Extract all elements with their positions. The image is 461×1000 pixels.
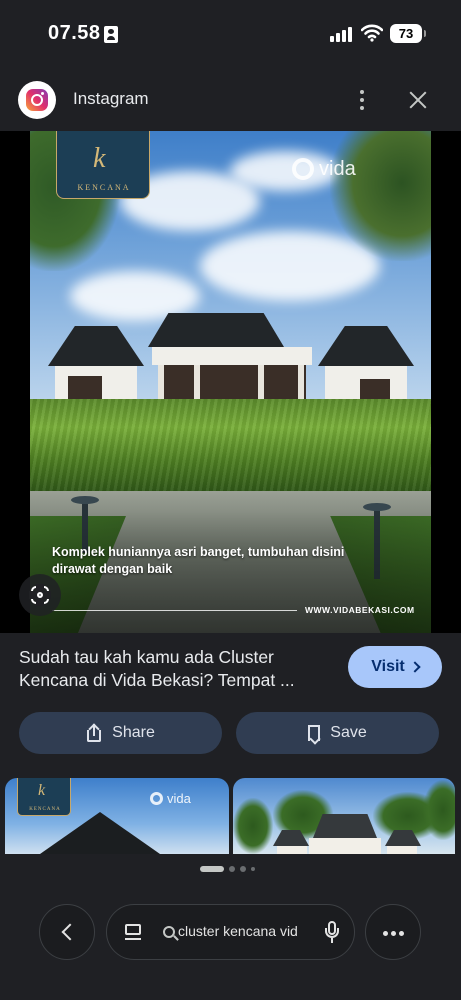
lens-search-icon[interactable] — [19, 574, 61, 616]
save-button[interactable]: Save — [236, 712, 439, 754]
main-image[interactable]: k KENCANA vida Komplek huniannya asri ba… — [30, 131, 431, 633]
search-bar[interactable]: cluster kencana vid — [106, 904, 355, 960]
status-bar: 07.58 73 — [0, 0, 461, 70]
share-icon — [86, 723, 102, 742]
cellular-signal-icon — [330, 26, 354, 42]
close-icon[interactable] — [404, 86, 432, 114]
image-preview: k KENCANA vida Komplek huniannya asri ba… — [0, 131, 461, 633]
image-watermark-url: WWW.VIDABEKASI.COM — [305, 605, 415, 615]
result-title[interactable]: Sudah tau kah kamu ada Cluster Kencana d… — [19, 646, 329, 692]
kencana-logo: k KENCANA — [56, 131, 150, 199]
share-label: Share — [112, 724, 155, 741]
more-options-icon[interactable] — [352, 86, 374, 114]
visit-label: Visit — [371, 658, 405, 675]
source-name[interactable]: Instagram — [73, 89, 149, 109]
status-time: 07.58 — [48, 22, 101, 44]
vida-logo: vida — [292, 156, 356, 182]
more-menu-button[interactable] — [365, 904, 421, 960]
tabs-icon[interactable] — [125, 924, 143, 942]
search-icon — [163, 926, 175, 938]
image-caption: Komplek huniannya asri banget, tumbuhan … — [52, 545, 345, 576]
kencana-logo: k KENCANA — [17, 778, 71, 816]
wifi-icon — [361, 24, 383, 42]
instagram-icon[interactable] — [18, 81, 56, 119]
share-button[interactable]: Share — [19, 712, 222, 754]
contact-card-icon — [104, 26, 118, 43]
visit-button[interactable]: Visit — [348, 646, 442, 688]
microphone-icon[interactable] — [325, 921, 339, 945]
caption-divider — [52, 610, 297, 611]
related-image-1[interactable]: k KENCANA vida — [5, 778, 229, 854]
battery-icon: 73 — [390, 24, 426, 43]
pagination-dots — [200, 866, 255, 872]
search-query[interactable]: cluster kencana vid — [178, 923, 311, 939]
back-button[interactable] — [39, 904, 95, 960]
bookmark-icon — [308, 725, 321, 741]
related-image-2[interactable] — [233, 778, 455, 854]
save-label: Save — [330, 724, 367, 741]
chevron-right-icon — [409, 661, 421, 673]
vida-logo: vida — [150, 791, 191, 806]
source-header: Instagram — [0, 78, 461, 122]
